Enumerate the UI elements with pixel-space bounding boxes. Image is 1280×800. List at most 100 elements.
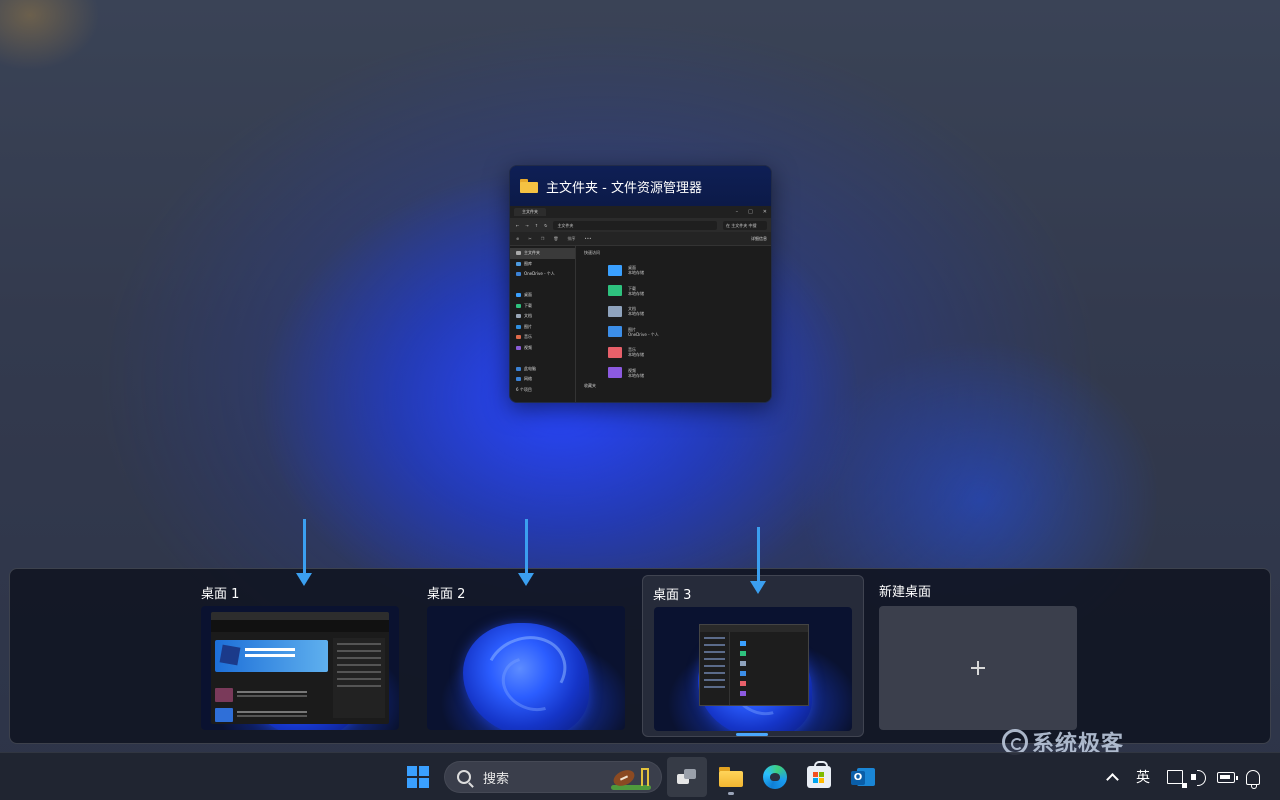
nav-item: 视频 xyxy=(510,343,575,354)
desktop-label: 桌面 1 xyxy=(201,587,240,602)
details-label: 详细信息 xyxy=(751,235,767,241)
task-view-icon xyxy=(677,768,697,786)
nav-item xyxy=(510,280,575,291)
folder-item: 视频 本地存储 xyxy=(584,363,765,384)
window-controls: – □ ✕ xyxy=(736,209,771,215)
new-icon: ⊕ xyxy=(516,236,520,241)
delete-icon: 🗑 xyxy=(553,236,559,241)
browser-sidebar xyxy=(333,638,385,718)
outlook-icon xyxy=(851,766,875,788)
gallery-icon xyxy=(516,261,521,266)
outlook-button[interactable] xyxy=(843,757,883,797)
search-label: 搜索 xyxy=(483,771,510,787)
preview-header: 主文件夹 - 文件资源管理器 xyxy=(510,166,771,206)
desktop-thumbnail[interactable] xyxy=(201,606,399,730)
desktop-3[interactable]: 桌面 3 xyxy=(642,575,864,737)
section-header: 快速访问 xyxy=(584,250,600,255)
window-preview-file-explorer[interactable]: 主文件夹 - 文件资源管理器 主文件夹 – □ ✕ ← → ↑ ↻ 主文件夹 在 主… xyxy=(509,165,772,403)
file-explorer-button[interactable] xyxy=(711,757,751,797)
file-explorer-icon xyxy=(719,767,743,787)
desktops-strip: 桌面 1 桌面 2 桌面 3 新建桌面 xyxy=(9,568,1271,744)
cut-icon: ✂ xyxy=(528,236,532,241)
scroll-indicator[interactable] xyxy=(736,733,768,736)
download-folder-icon xyxy=(608,285,622,297)
network-icon xyxy=(1167,770,1187,788)
folder-icon xyxy=(740,661,746,666)
desktop-thumbnail[interactable] xyxy=(654,607,852,731)
download-icon xyxy=(516,303,521,308)
pc-icon xyxy=(516,366,521,371)
explorer-tabbar: 主文件夹 – □ ✕ xyxy=(510,206,771,218)
article-row xyxy=(215,688,328,702)
section-header: 收藏夹 xyxy=(584,383,596,388)
bell-icon xyxy=(1246,769,1260,789)
preview-title: 主文件夹 - 文件资源管理器 xyxy=(546,180,702,196)
annotation-arrow xyxy=(518,519,534,586)
desktop-label: 桌面 2 xyxy=(427,587,466,602)
maximize-icon: □ xyxy=(748,209,753,215)
explorer-commandbar: ⊕ ✂ ❐ 🗑 排序 ••• 详细信息 xyxy=(510,232,771,246)
article-banner xyxy=(215,640,328,672)
explorer-thumbnail: 主文件夹 – □ ✕ ← → ↑ ↻ 主文件夹 在 主文件夹 中搜 ⊕ ✂ ❐ 🗑 … xyxy=(510,206,771,402)
folder-item: 下载 本地存储 xyxy=(584,281,765,302)
start-button[interactable] xyxy=(398,757,438,797)
folder-item: 桌面 本地存储 xyxy=(584,260,765,281)
ime-indicator[interactable]: 英 xyxy=(1130,753,1156,800)
folder-icon xyxy=(740,691,746,696)
explorer-main-pane: 快速访问 桌面 本地存储 下载 本地存储 文档 本地存储 图片 OneDrive - 个… xyxy=(576,246,771,402)
battery-button[interactable] xyxy=(1213,753,1239,800)
chevron-up-icon xyxy=(1105,773,1119,786)
video-icon xyxy=(516,345,521,350)
task-view-button[interactable] xyxy=(667,757,707,797)
folder-item: 图片 OneDrive - 个人 xyxy=(584,322,765,343)
volume-button[interactable] xyxy=(1188,753,1212,800)
volume-icon xyxy=(1191,770,1209,786)
nav-item: 主文件夹 xyxy=(510,248,575,259)
wallpaper-glow xyxy=(0,0,100,70)
desktop-thumbnail[interactable] xyxy=(427,606,625,730)
explorer-addressbar: ← → ↑ ↻ 主文件夹 在 主文件夹 中搜 xyxy=(510,218,771,232)
browser-tabbar xyxy=(211,612,389,620)
close-icon: ✕ xyxy=(762,209,767,215)
cloud-icon xyxy=(516,272,521,277)
edge-icon xyxy=(763,765,787,789)
taskbar: 搜索 英 xyxy=(0,752,1280,800)
desktop-1[interactable]: 桌面 1 xyxy=(200,569,422,739)
folder-icon xyxy=(740,681,746,686)
folder-icon xyxy=(520,179,538,193)
nav-item: 图片 xyxy=(510,322,575,333)
new-desktop-button[interactable] xyxy=(879,606,1077,730)
browser-header xyxy=(211,620,389,632)
notifications-button[interactable] xyxy=(1242,753,1264,800)
document-icon xyxy=(516,314,521,319)
annotation-arrow xyxy=(750,527,766,594)
running-indicator xyxy=(728,792,734,795)
picture-folder-icon xyxy=(608,326,622,338)
nav-item: 图库 xyxy=(510,259,575,270)
explorer-window-thumbnail xyxy=(699,624,809,706)
show-hidden-icons-button[interactable] xyxy=(1100,753,1124,800)
forward-icon: → xyxy=(525,222,529,228)
nav-item: 文档 xyxy=(510,311,575,322)
store-button[interactable] xyxy=(799,757,839,797)
new-desktop[interactable]: 新建桌面 xyxy=(878,569,1100,739)
explorer-nav xyxy=(700,632,730,705)
network-button[interactable] xyxy=(1163,753,1187,800)
network-icon xyxy=(516,377,521,382)
desktop-label: 桌面 3 xyxy=(653,588,692,603)
music-folder-icon xyxy=(608,346,622,358)
folder-item: 文档 本地存储 xyxy=(584,301,765,322)
nav-item xyxy=(510,353,575,364)
edge-button[interactable] xyxy=(755,757,795,797)
desktop-2[interactable]: 桌面 2 xyxy=(426,569,648,739)
explorer-body: 主文件夹 图库 OneDrive - 个人 桌面 下载 文档 图片 音乐 视频 … xyxy=(510,246,771,402)
search-icon xyxy=(457,770,471,784)
desktop-folder-icon xyxy=(608,264,622,276)
desktop-icon xyxy=(516,293,521,298)
folder-icon xyxy=(740,641,746,646)
back-icon: ← xyxy=(516,222,520,228)
explorer-tab: 主文件夹 xyxy=(514,208,546,216)
taskbar-search[interactable]: 搜索 xyxy=(444,761,662,793)
nav-item: 桌面 xyxy=(510,290,575,301)
video-folder-icon xyxy=(608,367,622,379)
